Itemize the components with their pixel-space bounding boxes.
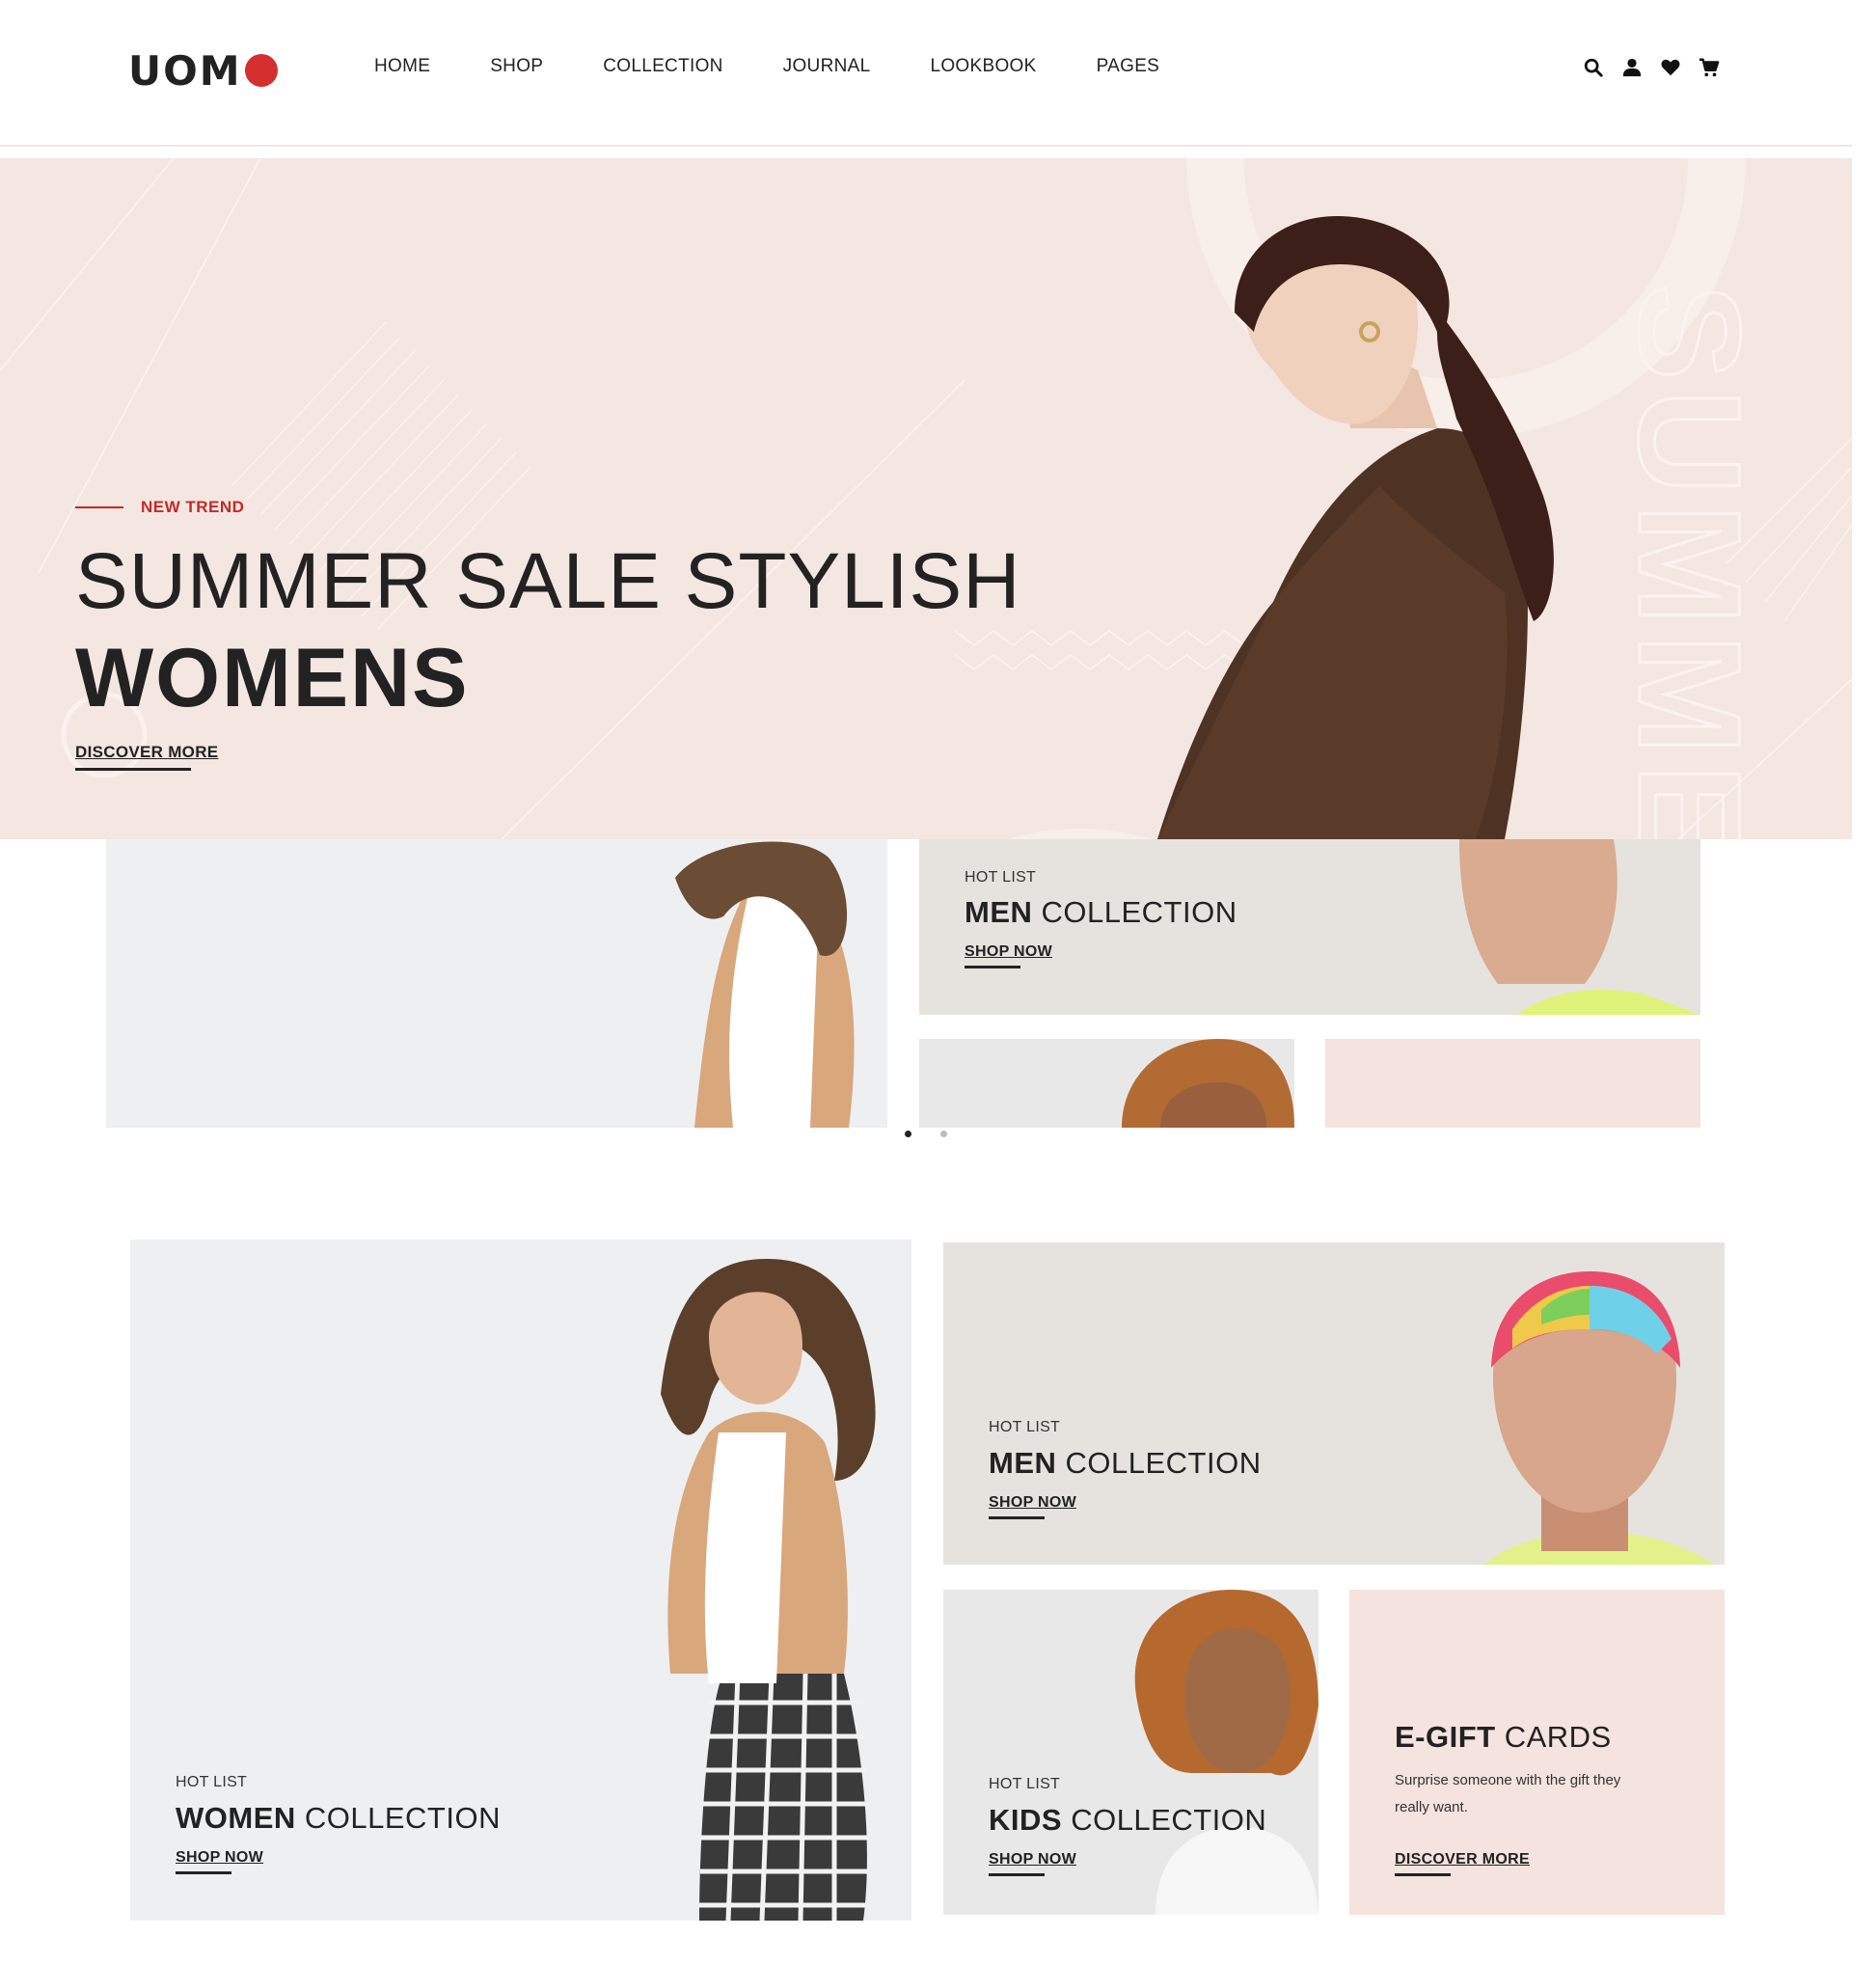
cart-icon[interactable] [1698,56,1721,79]
kids-collection-eyebrow: HOT LIST [989,1776,1061,1792]
preview-men-title: MEN COLLECTION [965,895,1237,930]
kids-collection-title-bold: KIDS [989,1803,1063,1837]
men-model-image [1459,839,1700,1015]
kids-collection-shop-now-link[interactable]: SHOP NOW [989,1851,1076,1876]
nav-item-journal[interactable]: JOURNAL [783,56,871,77]
hero-discover-more-link[interactable]: DISCOVER MORE [75,743,218,771]
preview-men-eyebrow: HOT LIST [965,869,1037,886]
men-collection-title-bold: MEN [989,1446,1057,1480]
kids-collection-tile[interactable]: HOT LIST KIDS COLLECTION SHOP NOW [943,1590,1319,1915]
hero-title-line1: SUMMER SALE STYLISH [75,537,1021,625]
hero-banner: SUMMER NEW TREND SUMMER SALE STYLISH WOM… [0,158,1852,839]
women-collection-title-rest: COLLECTION [295,1801,501,1835]
egift-title-bold: E-GIFT [1395,1720,1496,1754]
hero-title-line2: WOMENS [75,632,470,724]
main-nav: HOME SHOP COLLECTION JOURNAL LOOKBOOK PA… [374,56,1219,77]
preview-tile-women[interactable] [106,839,887,1128]
women-collection-eyebrow: HOT LIST [176,1774,248,1790]
men-collection-eyebrow: HOT LIST [989,1419,1061,1435]
egift-discover-more-link[interactable]: DISCOVER MORE [1395,1851,1530,1876]
eyebrow-line [75,506,123,508]
men-collection-title-rest: COLLECTION [1056,1446,1262,1480]
carousel-dot-1[interactable] [905,1131,911,1137]
men-collection-shop-now-link[interactable]: SHOP NOW [989,1494,1076,1519]
site-header: UOM HOME SHOP COLLECTION JOURNAL LOOKBOO… [0,0,1852,147]
kids-collection-image [1134,1590,1319,1915]
egift-title-rest: CARDS [1495,1720,1612,1754]
logo-text: UOM [128,46,242,95]
heart-icon[interactable] [1659,56,1682,79]
men-collection-image [1483,1271,1715,1565]
hero-eyebrow-text: NEW TREND [141,498,245,516]
nav-item-home[interactable]: HOME [374,56,430,77]
preview-men-title-rest: COLLECTION [1032,895,1237,929]
kids-collection-title: KIDS COLLECTION [989,1803,1266,1838]
preview-tile-men[interactable]: HOT LIST MEN COLLECTION SHOP NOW [919,839,1700,1015]
nav-item-shop[interactable]: SHOP [490,56,543,77]
women-collection-title-bold: WOMEN [176,1801,296,1835]
preview-men-title-bold: MEN [965,895,1033,929]
preview-tile-kids[interactable] [919,1039,1294,1128]
preview-tile-egift[interactable] [1325,1039,1700,1128]
women-collection-shop-now-link[interactable]: SHOP NOW [176,1849,263,1874]
men-collection-title: MEN COLLECTION [989,1446,1262,1481]
women-collection-title: WOMEN COLLECTION [176,1801,501,1836]
user-icon[interactable] [1620,56,1644,79]
egift-cards-tile[interactable]: E-GIFT CARDS Surprise someone with the g… [1349,1590,1725,1915]
search-icon[interactable] [1582,56,1605,79]
logo-dot-icon [244,54,278,87]
egift-title: E-GIFT CARDS [1395,1720,1612,1755]
nav-item-collection[interactable]: COLLECTION [603,56,722,77]
nav-item-lookbook[interactable]: LOOKBOOK [930,56,1036,77]
header-actions [1582,56,1721,79]
men-collection-tile[interactable]: HOT LIST MEN COLLECTION SHOP NOW [943,1242,1725,1565]
women-collection-tile[interactable]: HOT LIST WOMEN COLLECTION SHOP NOW [130,1240,911,1921]
preview-men-shop-now-link[interactable]: SHOP NOW [965,943,1052,968]
hero-eyebrow: NEW TREND [75,498,244,517]
kids-model-image [1122,1039,1294,1128]
brand-logo[interactable]: UOM [128,46,278,95]
hero-model-image [1157,216,1554,839]
women-model-image [675,841,855,1128]
women-collection-image [661,1259,876,1921]
egift-description: Surprise someone with the gift they real… [1395,1772,1621,1815]
nav-item-pages[interactable]: PAGES [1097,56,1160,77]
carousel-dots [905,1131,947,1137]
carousel-dot-2[interactable] [940,1131,947,1137]
kids-collection-title-rest: COLLECTION [1062,1803,1267,1837]
